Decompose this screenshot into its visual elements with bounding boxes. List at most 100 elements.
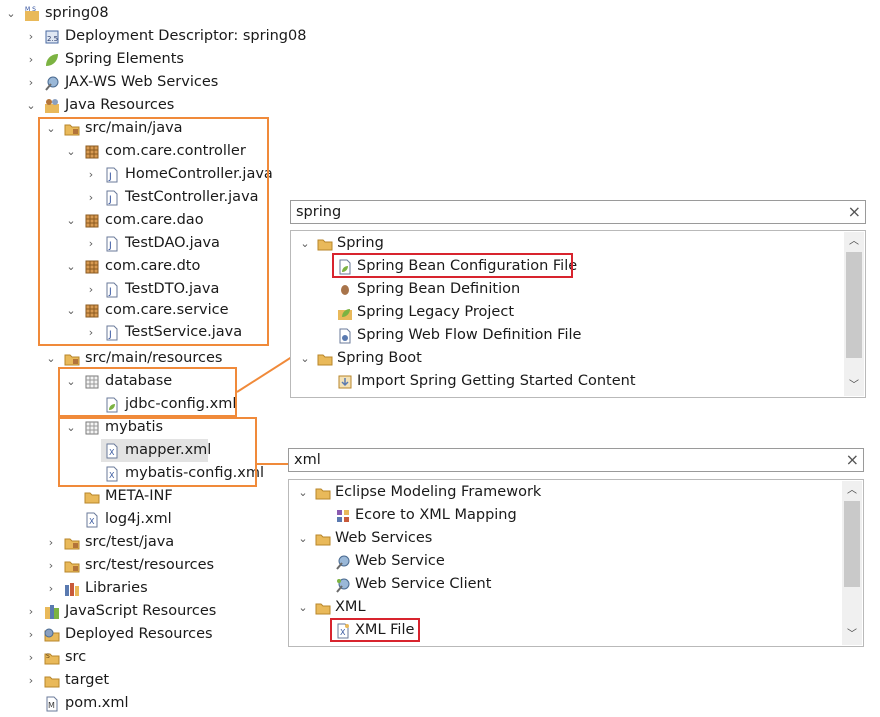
highlight-bean-config xyxy=(332,253,573,278)
folder-open-icon xyxy=(317,239,333,251)
wizard-category-spring-boot[interactable]: ⌄ Spring Boot xyxy=(291,347,841,370)
ecore-mapping-icon xyxy=(337,510,349,522)
tree-label: target xyxy=(65,672,110,688)
wizard-item-label: Import Spring Getting Started Content xyxy=(357,373,636,389)
wizard-filter-xml[interactable]: xml × xyxy=(288,448,864,472)
tree-item-meta-inf[interactable]: META-INF xyxy=(0,485,300,508)
web-service-icon xyxy=(336,555,350,570)
chevron-down-icon[interactable]: ⌄ xyxy=(297,527,309,550)
folder-open-icon xyxy=(315,488,331,500)
chevron-right-icon[interactable]: › xyxy=(25,669,37,692)
source-folder-icon xyxy=(64,354,80,366)
java-resources-icon xyxy=(45,99,59,113)
tree-item-spring-elements[interactable]: › Spring Elements xyxy=(0,48,300,71)
tree-label: spring08 xyxy=(45,5,109,21)
spring-leaf-icon xyxy=(46,54,58,66)
tree-item-jaxws[interactable]: › JAX-WS Web Services xyxy=(0,71,300,94)
tree-item-src-test-resources[interactable]: › src/test/resources xyxy=(0,554,300,577)
chevron-right-icon[interactable]: › xyxy=(25,48,37,71)
chevron-down-icon[interactable]: ⌄ xyxy=(297,596,309,619)
tree-item-target[interactable]: › target xyxy=(0,669,300,692)
chevron-right-icon[interactable]: › xyxy=(25,600,37,623)
tree-item-log4j[interactable]: X log4j.xml xyxy=(0,508,300,531)
filter-input-spring[interactable]: spring xyxy=(296,201,341,223)
scrollbar-thumb[interactable] xyxy=(846,252,862,358)
wizard-item-ecore-xml[interactable]: Ecore to XML Mapping xyxy=(289,504,839,527)
tree-label: Spring Elements xyxy=(65,51,184,67)
wizard-item-webflow[interactable]: Spring Web Flow Definition File xyxy=(291,324,841,347)
filter-input-xml[interactable]: xml xyxy=(294,449,321,471)
tree-label: META-INF xyxy=(105,488,173,504)
wizard-filter-spring[interactable]: spring × xyxy=(290,200,866,224)
wizard-item-legacy[interactable]: Spring Legacy Project xyxy=(291,301,841,324)
javascript-resources-icon xyxy=(45,605,59,619)
tree-item-java-resources[interactable]: ⌄ Java Resources xyxy=(0,94,300,117)
tree-item-javascript-resources[interactable]: › JavaScript Resources xyxy=(0,600,300,623)
scroll-down-icon[interactable]: ﹀ xyxy=(842,627,862,643)
tree-item-src-test-java[interactable]: › src/test/java xyxy=(0,531,300,554)
tree-label: log4j.xml xyxy=(105,511,172,527)
tree-label: src/test/java xyxy=(85,534,175,550)
web-services-icon xyxy=(45,76,59,91)
wizard-category-xml[interactable]: ⌄ XML xyxy=(289,596,839,619)
web-service-client-icon xyxy=(336,578,350,593)
wizard-category-label: Spring Boot xyxy=(337,350,422,366)
wizard-category-emf[interactable]: ⌄ Eclipse Modeling Framework xyxy=(289,481,839,504)
chevron-down-icon[interactable]: ⌄ xyxy=(25,94,37,117)
svg-text:X: X xyxy=(89,517,95,526)
tree-label: src xyxy=(65,649,87,665)
highlight-database xyxy=(58,367,237,417)
scroll-down-icon[interactable]: ﹀ xyxy=(844,378,864,394)
chevron-right-icon[interactable]: › xyxy=(25,646,37,669)
highlight-xml-file xyxy=(330,618,420,642)
tree-item-src[interactable]: › S src xyxy=(0,646,300,669)
svg-text:M: M xyxy=(48,701,55,710)
chevron-right-icon[interactable]: › xyxy=(45,577,57,600)
chevron-down-icon[interactable]: ⌄ xyxy=(299,347,311,370)
clear-icon[interactable]: × xyxy=(846,449,859,471)
spring-project-icon xyxy=(338,309,352,320)
wizard-category-label: Web Services xyxy=(335,530,433,546)
chevron-right-icon[interactable]: › xyxy=(25,623,37,646)
scrollbar-xml[interactable]: ︿ ﹀ xyxy=(842,481,862,645)
wizard-item-web-service-client[interactable]: Web Service Client xyxy=(289,573,839,596)
wizard-category-spring[interactable]: ⌄ Spring xyxy=(291,232,841,255)
tree-item-libraries[interactable]: › Libraries xyxy=(0,577,300,600)
tree-item-deployed-resources[interactable]: › Deployed Resources xyxy=(0,623,300,646)
chevron-down-icon[interactable]: ⌄ xyxy=(299,232,311,255)
maven-pom-icon: M xyxy=(46,696,58,712)
highlight-src-main-java xyxy=(38,117,269,346)
svg-text:2.5: 2.5 xyxy=(47,35,58,43)
scrollbar-spring[interactable]: ︿ ﹀ xyxy=(844,232,864,396)
chevron-down-icon[interactable]: ⌄ xyxy=(297,481,309,504)
wizard-item-bean-def[interactable]: Spring Bean Definition xyxy=(291,278,841,301)
libraries-icon xyxy=(65,583,79,596)
scroll-up-icon[interactable]: ︿ xyxy=(842,483,862,499)
project-icon: M S xyxy=(25,6,39,21)
tree-label: Java Resources xyxy=(65,97,175,113)
chevron-down-icon[interactable]: ⌄ xyxy=(45,347,57,370)
scroll-up-icon[interactable]: ︿ xyxy=(844,234,864,250)
scrollbar-thumb[interactable] xyxy=(844,501,860,587)
chevron-right-icon[interactable]: › xyxy=(25,25,37,48)
bean-icon xyxy=(341,285,349,295)
chevron-right-icon[interactable]: › xyxy=(45,554,57,577)
deployment-descriptor-icon: 2.5 xyxy=(45,30,59,44)
wizard-item-import-getting-started[interactable]: Import Spring Getting Started Content xyxy=(291,370,841,393)
chevron-right-icon[interactable]: › xyxy=(25,71,37,94)
tree-item-pom[interactable]: M pom.xml xyxy=(0,692,300,715)
wizard-item-label: Spring Bean Definition xyxy=(357,281,521,297)
wizard-category-label: Spring xyxy=(337,235,384,251)
wizard-item-label: Ecore to XML Mapping xyxy=(355,507,517,523)
wizard-item-web-service[interactable]: Web Service xyxy=(289,550,839,573)
clear-icon[interactable]: × xyxy=(848,201,861,223)
tree-item-deployment-descriptor[interactable]: › 2.5 Deployment Descriptor: spring08 xyxy=(0,25,307,48)
folder-icon: S xyxy=(44,653,60,665)
tree-label: src/test/resources xyxy=(85,557,215,573)
source-folder-icon xyxy=(64,561,80,573)
chevron-down-icon[interactable]: ⌄ xyxy=(5,2,17,25)
tree-item-project[interactable]: ⌄ M S spring08 xyxy=(0,2,300,25)
chevron-right-icon[interactable]: › xyxy=(45,531,57,554)
wizard-category-web-services[interactable]: ⌄ Web Services xyxy=(289,527,839,550)
folder-open-icon xyxy=(317,354,333,366)
